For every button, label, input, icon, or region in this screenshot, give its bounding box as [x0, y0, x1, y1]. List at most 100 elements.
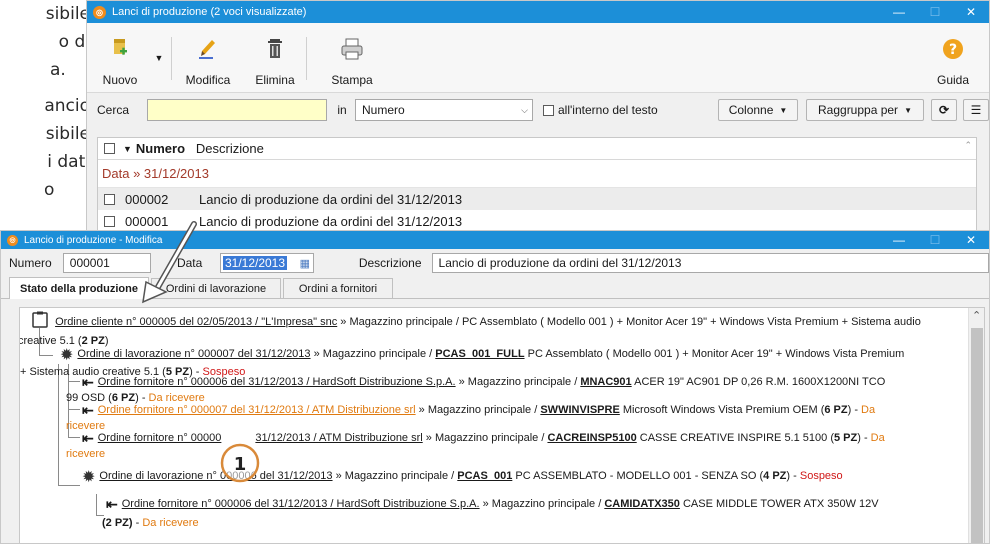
bg-line: o di	[58, 32, 90, 52]
print-button[interactable]: Stampa	[307, 23, 397, 92]
close-button[interactable]: ✕	[953, 231, 989, 249]
hamburger-icon: ☰	[970, 103, 982, 117]
supplier-order-text: » Magazzino principale /	[415, 404, 541, 416]
supplier-order-node: ⇤ Ordine fornitore n° 00000 31/12/2013 / A…	[66, 430, 972, 462]
date-field[interactable]: 31/12/2013 ▦	[219, 253, 314, 273]
description-field[interactable]: Lancio di produzione da ordini del 31/12…	[431, 253, 989, 273]
bg-line: ancio	[44, 96, 90, 116]
column-number-header[interactable]: Numero	[136, 141, 196, 156]
supplier-order-link[interactable]: Ordine fornitore n° 000006 del 31/12/201…	[98, 376, 456, 388]
close-button[interactable]: ✕	[953, 1, 989, 23]
import-arrow-icon: ⇤	[106, 496, 118, 512]
supplier-order-text-2: Microsoft Windows Vista Premium OEM (	[619, 404, 825, 416]
background-document-text: sibile o di a. ancio sibile i dati o	[0, 0, 90, 230]
supplier-order-link[interactable]: Ordine fornitore n° 000006 del 31/12/201…	[122, 498, 480, 510]
supplier-order-link[interactable]: Ordine fornitore n° 00000	[98, 432, 222, 444]
search-field-select[interactable]: Numero ⌵	[355, 99, 533, 121]
product-code-link[interactable]: PCAS_001_FULL	[435, 348, 524, 360]
menu-button[interactable]: ☰	[963, 99, 989, 121]
product-code-link[interactable]: PCAS_001	[457, 470, 512, 482]
status-badge: Sospeso	[799, 470, 843, 482]
production-status-tree: Ordine cliente n° 000005 del 02/05/2013 …	[19, 307, 985, 543]
chevron-down-icon: ⌵	[521, 104, 528, 115]
customer-order-link[interactable]: Ordine cliente n° 000005 del 02/05/2013 …	[55, 316, 337, 328]
app-logo-icon: ◎	[7, 234, 18, 246]
product-code-link[interactable]: CACREINSP5100	[547, 432, 636, 444]
new-button[interactable]: Nuovo	[93, 23, 147, 92]
sort-desc-icon: ▼	[123, 143, 132, 154]
search-row: Cerca in Numero ⌵ all'interno del testo C…	[87, 93, 989, 127]
number-label: Numero	[9, 256, 52, 270]
production-launch-edit-window: ◎ Lancio di produzione - Modifica — ☐ ✕ …	[0, 230, 990, 544]
row-checkbox[interactable]	[104, 193, 115, 205]
bg-line: sibile	[45, 4, 90, 24]
trash-icon	[267, 37, 283, 61]
scroll-up-icon: ⌃	[964, 140, 972, 150]
gear-icon: ✹	[60, 347, 74, 364]
edit-button[interactable]: Modifica	[172, 23, 244, 92]
production-launches-window: ◎ Lanci di produzione (2 voci visualizza…	[86, 0, 990, 232]
inside-text-checkbox[interactable]	[543, 104, 554, 116]
select-all-checkbox[interactable]	[104, 143, 115, 154]
import-arrow-icon: ⇤	[82, 374, 94, 390]
supplier-order-qty: 5 PZ	[833, 432, 858, 444]
supplier-order-text-2: CASE MIDDLE TOWER ATX 350W 12V	[679, 498, 879, 510]
minimize-button[interactable]: —	[881, 231, 917, 249]
help-button[interactable]: ? Guida	[923, 23, 983, 92]
work-order-text: » Magazzino principale /	[310, 348, 436, 360]
table-row[interactable]: 000001 Lancio di produzione da ordini de…	[98, 210, 976, 231]
tab-production-status[interactable]: Stato della produzione	[9, 277, 149, 299]
status-badge-cont: ricevere	[66, 448, 106, 460]
delete-button[interactable]: Elimina	[244, 23, 306, 92]
app-logo-icon: ◎	[93, 5, 106, 19]
dropdown-arrow-icon: ▼	[904, 105, 912, 115]
refresh-button[interactable]: ⟳	[931, 99, 957, 121]
in-label: in	[337, 103, 347, 117]
calendar-icon[interactable]: ▦	[300, 257, 310, 270]
scrollbar-thumb[interactable]	[971, 328, 983, 543]
column-description-header[interactable]: Descrizione	[196, 141, 264, 156]
supplier-order-link[interactable]: Ordine fornitore n° 000007 del 31/12/201…	[98, 404, 416, 416]
delete-label: Elimina	[255, 73, 295, 87]
new-dropdown-icon[interactable]: ▼	[147, 23, 171, 92]
product-code-link[interactable]: MNAC901	[580, 376, 631, 388]
edit-label: Modifica	[185, 73, 231, 87]
date-group-header[interactable]: Data » 31/12/2013	[98, 160, 976, 188]
columns-button[interactable]: Colonne ▼	[718, 99, 798, 121]
customer-order-text: » Magazzino principale / PC Assemblato (…	[337, 316, 921, 328]
bg-line: i dati	[47, 152, 90, 172]
refresh-icon: ⟳	[938, 103, 950, 117]
product-code-link[interactable]: CAMIDATX350	[604, 498, 680, 510]
work-order-link[interactable]: Ordine di lavorazione n° 000007 del 31/1…	[77, 348, 310, 360]
bg-line: o	[44, 180, 55, 200]
vertical-scrollbar[interactable]: ⌃	[968, 308, 984, 543]
status-badge: Da	[870, 432, 885, 444]
product-code-link[interactable]: SWWINVISPRE	[540, 404, 619, 416]
bg-line: a.	[50, 60, 66, 80]
title-bar: ◎ Lancio di produzione - Modifica — ☐ ✕	[1, 231, 989, 249]
tab-supplier-orders[interactable]: Ordini a fornitori	[283, 278, 393, 298]
work-order-text-2: PC Assemblato ( Modello 001 ) + Monitor …	[524, 348, 905, 360]
work-order-link[interactable]: Ordine di lavorazione n° 000006 del 31/1…	[99, 470, 332, 482]
tab-work-orders[interactable]: Ordini di lavorazione	[151, 278, 281, 298]
tab-bar: Stato della produzione Ordini di lavoraz…	[1, 277, 989, 299]
maximize-button[interactable]: ☐	[917, 231, 953, 249]
supplier-order-text: » Magazzino principale /	[422, 432, 548, 444]
dropdown-arrow-icon: ▼	[779, 105, 788, 115]
number-field[interactable]: 000001	[62, 253, 151, 273]
row-number: 000001	[125, 213, 169, 229]
search-input[interactable]	[147, 99, 327, 121]
maximize-button[interactable]: ☐	[917, 1, 953, 23]
gear-icon: ✹	[82, 469, 96, 486]
import-arrow-icon: ⇤	[82, 402, 94, 418]
table-row[interactable]: 000002 Lancio di produzione da ordini de…	[98, 188, 976, 210]
tree-connector	[96, 494, 104, 516]
row-checkbox[interactable]	[104, 215, 115, 227]
minimize-button[interactable]: —	[881, 1, 917, 23]
supplier-order-link-b[interactable]: 31/12/2013 / ATM Distribuzione srl	[255, 432, 422, 444]
print-label: Stampa	[331, 73, 373, 87]
scroll-up-icon[interactable]: ⌃	[972, 309, 981, 322]
description-label: Descrizione	[358, 256, 422, 270]
group-by-button[interactable]: Raggruppa per ▼	[806, 99, 924, 121]
supplier-order-node: ⇤ Ordine fornitore n° 000006 del 31/12/20…	[106, 496, 966, 512]
